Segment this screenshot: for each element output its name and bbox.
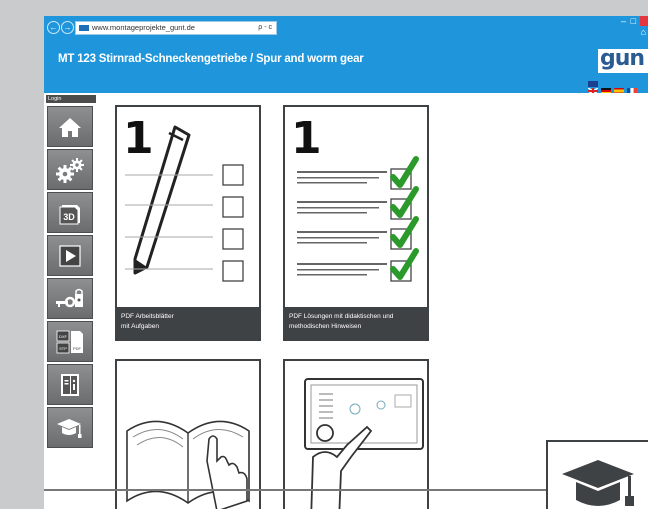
- file-formats-icon: DXF STP PDF: [56, 330, 83, 353]
- checkbox-empty: [222, 260, 244, 282]
- browser-toolbar: ← → www.montageprojekte_gunt.de ρ - c – …: [44, 16, 648, 39]
- sidebar-item-access[interactable]: [47, 278, 93, 319]
- gears-icon: [56, 157, 84, 183]
- play-video-icon: [59, 244, 81, 267]
- card-worksheets[interactable]: 1 PDF Arbeitsblätter mit Aufgaben: [115, 105, 261, 341]
- stp-label: STP: [59, 346, 67, 351]
- forward-button[interactable]: →: [61, 21, 74, 34]
- maximize-button[interactable]: □: [631, 16, 636, 26]
- language-flags: [587, 81, 648, 95]
- book-info-icon: [61, 373, 79, 396]
- caption-line-1: PDF Lösungen mit didaktischen und: [289, 313, 394, 320]
- open-book-icon: [126, 420, 250, 509]
- education-corner-panel[interactable]: [546, 440, 648, 509]
- card-caption: PDF Lösungen mit didaktischen und method…: [285, 307, 427, 339]
- 3d-model-icon: 3D: [59, 204, 80, 224]
- checkbox-empty: [222, 196, 244, 218]
- sidebar-item-downloads[interactable]: DXF STP PDF: [47, 321, 93, 362]
- pencil-icon: [133, 125, 191, 275]
- caption-line-2: methodischen Hinweisen: [289, 323, 362, 330]
- card-caption: PDF Arbeitsblätter mit Aufgaben: [117, 307, 259, 339]
- sidebar-item-3d[interactable]: 3D: [47, 192, 93, 233]
- close-button[interactable]: [640, 16, 648, 26]
- sidebar: Login 3D DXF STP PDF: [44, 93, 97, 503]
- back-arrow-icon: ←: [49, 23, 58, 32]
- site-favicon-icon: [79, 25, 89, 31]
- home-icon: [59, 117, 81, 137]
- search-refresh-icons[interactable]: ρ - c: [258, 22, 272, 34]
- sidebar-item-book[interactable]: [47, 364, 93, 405]
- graduation-cap-icon: [562, 460, 634, 506]
- caption-line-1: PDF Arbeitsblätter: [121, 313, 174, 320]
- gunt-logo: gun: [598, 46, 648, 73]
- pdf-label: PDF: [73, 346, 82, 351]
- page-title: MT 123 Stirnrad-Schneckengetriebe / Spur…: [58, 53, 364, 65]
- card-solutions[interactable]: 1 PDF Lösungen mit didaktischen und meth…: [283, 105, 429, 341]
- card-presentation[interactable]: [283, 359, 429, 509]
- minimize-button[interactable]: –: [621, 16, 626, 26]
- address-bar[interactable]: www.montageprojekte_gunt.de ρ - c: [75, 21, 277, 35]
- sidebar-item-gears[interactable]: [47, 149, 93, 190]
- back-button[interactable]: ←: [47, 21, 60, 34]
- flag-fr-icon[interactable]: [627, 81, 637, 94]
- login-label[interactable]: Login: [46, 95, 96, 103]
- checkbox-empty: [222, 228, 244, 250]
- url-text: www.montageprojekte_gunt.de: [92, 23, 195, 32]
- card-manual[interactable]: [115, 359, 261, 509]
- browser-window: ← → www.montageprojekte_gunt.de ρ - c – …: [44, 16, 648, 509]
- home-icon[interactable]: ⌂: [641, 27, 646, 37]
- forward-arrow-icon: →: [63, 23, 72, 32]
- sidebar-item-education[interactable]: [47, 407, 93, 448]
- solutions-illustration: [297, 156, 419, 282]
- key-lock-icon: [56, 288, 83, 307]
- checkbox-empty: [222, 164, 244, 186]
- dxf-label: DXF: [59, 334, 68, 339]
- graduation-cap-icon: [57, 418, 82, 438]
- sidebar-item-home[interactable]: [47, 106, 93, 147]
- flag-es-icon[interactable]: [614, 81, 624, 94]
- 3d-label: 3D: [63, 212, 75, 222]
- checkbox-checked-icon: [390, 156, 419, 282]
- worksheet-illustration: [125, 125, 244, 282]
- presentation-board-icon: [304, 378, 424, 509]
- flag-de-icon[interactable]: [601, 81, 611, 94]
- flag-en-icon[interactable]: [587, 81, 599, 95]
- app-header: MT 123 Stirnrad-Schneckengetriebe / Spur…: [44, 39, 648, 95]
- caption-line-2: mit Aufgaben: [121, 323, 159, 330]
- sidebar-item-video[interactable]: [47, 235, 93, 276]
